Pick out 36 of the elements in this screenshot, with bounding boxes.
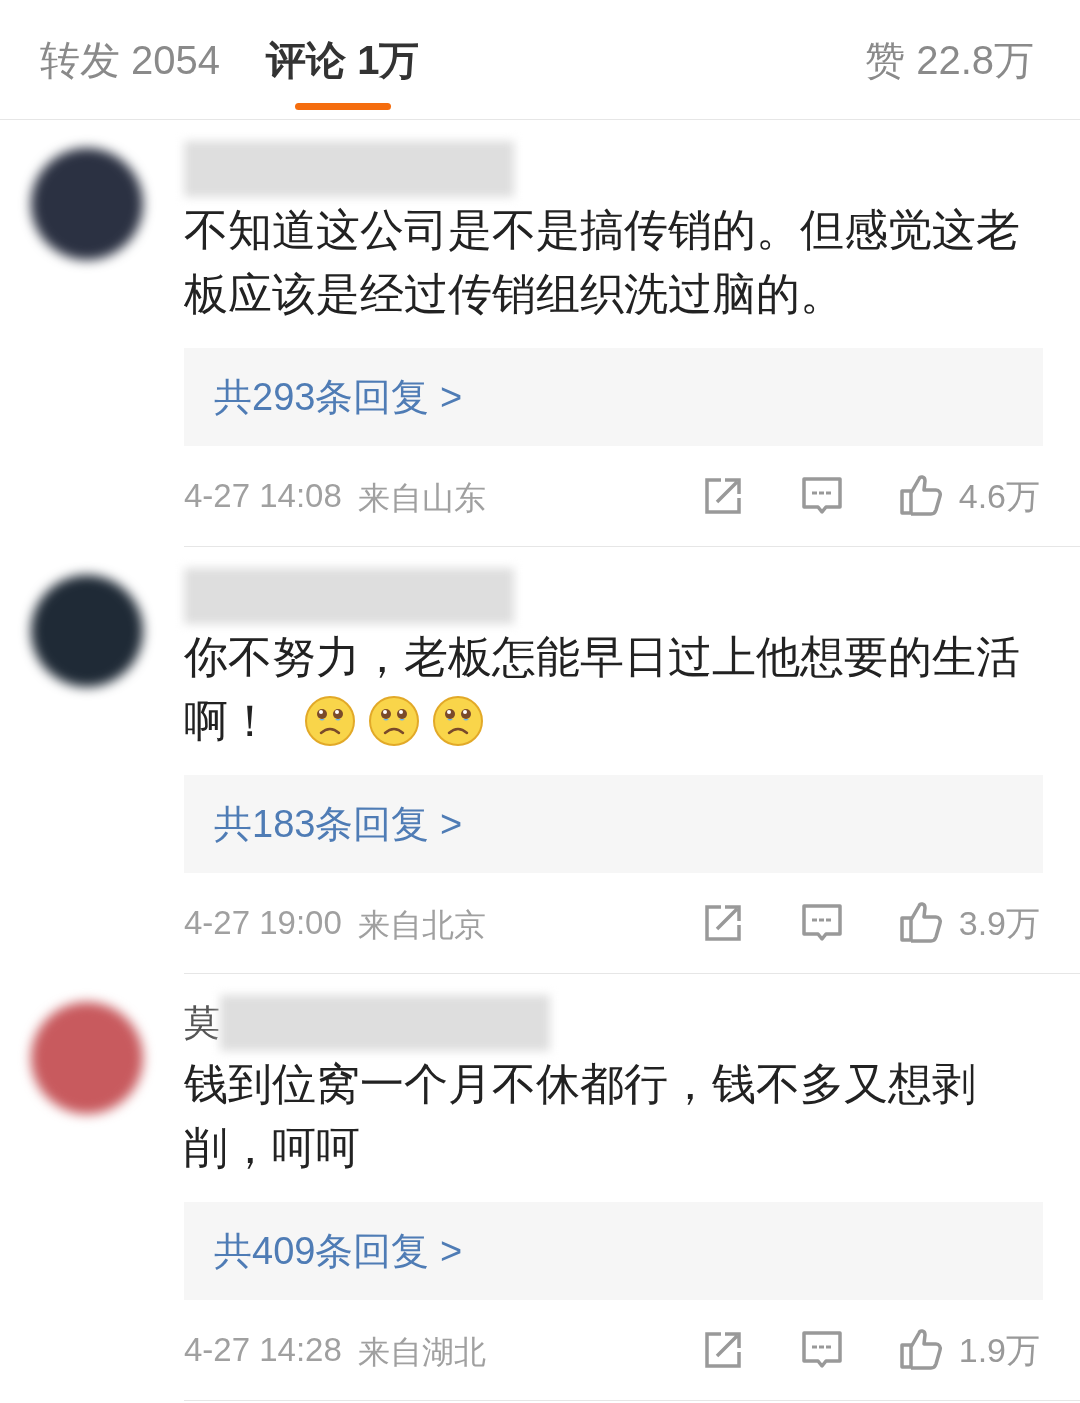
share-icon[interactable]	[702, 903, 743, 943]
comment-icon[interactable]	[800, 903, 843, 943]
like-count: 3.9万	[958, 902, 1040, 944]
location: 来自湖北	[357, 1333, 486, 1372]
comment-text: 不知道这公司是不是搞传销的。但感觉这老	[184, 204, 1020, 256]
tab[interactable]: 评论 1万	[266, 0, 420, 119]
avatar[interactable]	[31, 575, 143, 687]
timestamp: 4-27 19:00	[184, 903, 342, 944]
comment-text: 你不努力，老板怎能早日过上他想要的生活	[184, 631, 1020, 683]
replies-link[interactable]: 共183条回复 >	[184, 775, 1043, 873]
avatar[interactable]	[31, 148, 143, 260]
comment-text: 钱到位窝一个月不休都行，钱不多又想剥	[184, 1058, 976, 1110]
share-icon[interactable]	[702, 476, 743, 516]
likes-tab[interactable]: 赞 22.8万	[865, 29, 1034, 90]
location: 来自山东	[357, 479, 486, 518]
replies-link[interactable]: 共293条回复 >	[184, 348, 1043, 446]
comment-text: 啊！	[184, 695, 272, 747]
tab[interactable]: 转发 2054	[40, 0, 221, 119]
like-count: 1.9万	[958, 1329, 1040, 1371]
timestamp: 4-27 14:08	[184, 476, 342, 517]
crying-face-icon	[304, 695, 356, 747]
like-count: 4.6万	[958, 475, 1040, 517]
replies-link[interactable]: 共409条回复 >	[184, 1202, 1043, 1300]
share-icon[interactable]	[702, 1330, 743, 1370]
comment-icon[interactable]	[800, 1330, 843, 1370]
crying-face-icon	[432, 695, 484, 747]
thumbs-up-icon[interactable]	[898, 900, 945, 946]
comment-text: 削，呵呵	[184, 1122, 360, 1174]
username[interactable]: 莫	[184, 996, 220, 1050]
timestamp: 4-27 14:28	[184, 1330, 342, 1371]
location: 来自北京	[357, 906, 486, 945]
crying-face-icon	[368, 695, 420, 747]
comment-icon[interactable]	[800, 476, 843, 516]
thumbs-up-icon[interactable]	[898, 473, 945, 519]
thumbs-up-icon[interactable]	[898, 1327, 945, 1373]
comment-text: 板应该是经过传销组织洗过脑的。	[184, 268, 844, 320]
